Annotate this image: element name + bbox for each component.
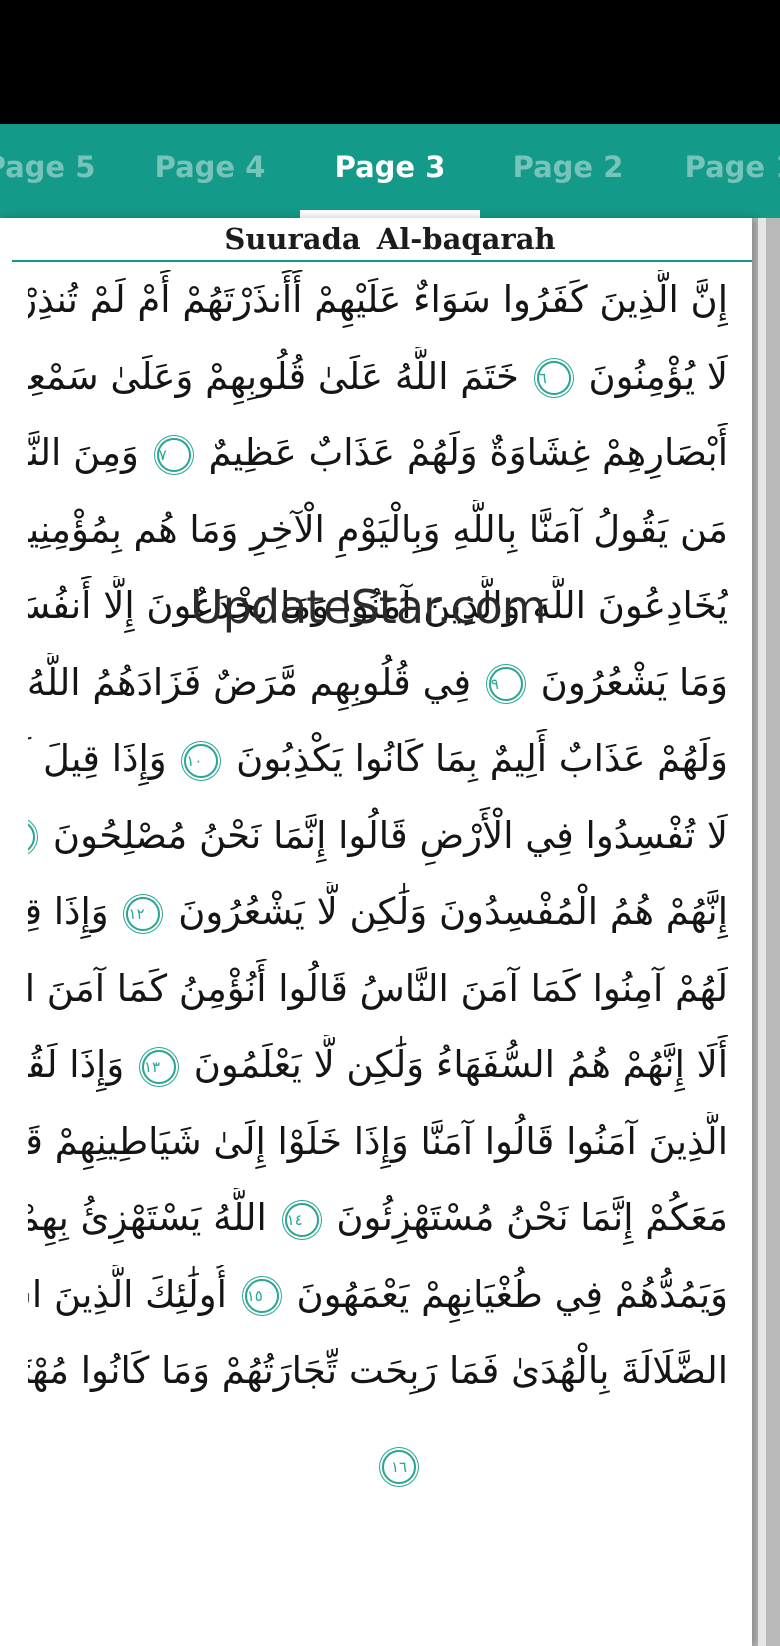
- verse-line: وَمَا يَشْعُرُونَ ٩ فِي قُلُوبِهِم مَّرَ…: [28, 653, 728, 713]
- verse-number-marker: ١٢: [126, 896, 161, 931]
- verse-text: اللَّهُ يَسْتَهْزِئُ بِهِمْ: [28, 1196, 267, 1239]
- verse-line: أَلَا إِنَّهُمْ هُمُ السُّفَهَاءُ وَلَٰك…: [28, 1035, 728, 1095]
- verse-line: وَيَمُدُّهُمْ فِي طُغْيَانِهِمْ يَعْمَهُ…: [28, 1265, 728, 1325]
- tab-page-3[interactable]: Page 3: [300, 150, 480, 184]
- verse-text: خَتَمَ اللَّهُ عَلَىٰ قُلُوبِهِمْ وَعَلَ…: [28, 354, 519, 398]
- verse-line: مَن يَقُولُ آمَنَّا بِاللَّهِ وَبِالْيَو…: [28, 500, 728, 560]
- verse-number-marker: ١٠: [184, 743, 219, 778]
- surah-title: Suurada Al-baqarah: [224, 222, 556, 256]
- verse-number-marker: ٩: [488, 667, 523, 701]
- verse-text: وَيَمُدُّهُمْ فِي طُغْيَانِهِمْ يَعْمَهُ…: [296, 1272, 728, 1316]
- verse-line: لَا يُؤْمِنُونَ ٦ خَتَمَ اللَّهُ عَلَىٰ …: [28, 347, 728, 407]
- verse-line: لَا تُفْسِدُوا فِي الْأَرْضِ قَالُوا إِن…: [28, 806, 728, 866]
- verse-text: أَلَا إِنَّهُمْ هُمُ السُّفَهَاءُ وَلَٰك…: [193, 1043, 728, 1086]
- verse-number-marker: ١٣: [141, 1049, 176, 1084]
- verse-line: الَّذِينَ آمَنُوا قَالُوا آمَنَّا وَإِذَ…: [28, 1112, 728, 1172]
- verse-text: إِنَّ الَّذِينَ كَفَرُوا سَوَاءٌ عَلَيْه…: [28, 278, 728, 321]
- tab-page-1[interactable]: Page 1: [650, 150, 780, 184]
- verse-line: لَهُمْ آمِنُوا كَمَا آمَنَ النَّاسُ قَال…: [28, 959, 728, 1019]
- verse-text: مَعَكُمْ إِنَّمَا نَحْنُ مُسْتَهْزِئُونَ: [336, 1196, 728, 1239]
- verse-line: مَعَكُمْ إِنَّمَا نَحْنُ مُسْتَهْزِئُونَ…: [28, 1188, 728, 1248]
- verse-line: إِنَّ الَّذِينَ كَفَرُوا سَوَاءٌ عَلَيْه…: [28, 270, 728, 330]
- page-viewer[interactable]: Suurada Al-baqarah إِنَّ الَّذِينَ كَفَر…: [0, 218, 780, 1646]
- verse-number-marker: ١٥: [244, 1279, 279, 1313]
- verse-text: مَن يَقُولُ آمَنَّا بِاللَّهِ وَبِالْيَو…: [28, 507, 728, 551]
- verse-text: وَمِنَ النَّاسِ: [28, 431, 139, 474]
- verse-number-marker: ٧: [156, 437, 191, 472]
- verse-text: وَلَهُمْ عَذَابٌ أَلِيمٌ بِمَا كَانُوا ي…: [236, 737, 728, 780]
- active-tab-indicator: [300, 210, 480, 218]
- verse-line: الضَّلَالَةَ بِالْهُدَىٰ فَمَا رَبِحَت ت…: [28, 1341, 728, 1401]
- verse-text: فِي قُلُوبِهِم مَّرَضٌ فَزَادَهُمُ اللَّ…: [28, 660, 472, 704]
- verse-text: وَإِذَا قِيلَ: [28, 890, 109, 933]
- page-tab-bar: Page 5 Page 4 Page 3 Page 2 Page 1: [0, 124, 780, 218]
- verse-line: أَبْصَارِهِمْ غِشَاوَةٌ وَلَهُمْ عَذَابٌ…: [28, 423, 728, 483]
- verse-number-marker: ١٦: [382, 1450, 416, 1484]
- verse-text: إِنَّهُمْ هُمُ الْمُفْسِدُونَ وَلَٰكِن ل…: [178, 890, 728, 933]
- tab-page-4[interactable]: Page 4: [120, 150, 300, 184]
- verse-number-marker: ١١: [28, 820, 36, 854]
- verse-line: إِنَّهُمْ هُمُ الْمُفْسِدُونَ وَلَٰكِن ل…: [28, 882, 728, 942]
- status-bar: [0, 0, 780, 124]
- verse-line: وَلَهُمْ عَذَابٌ أَلِيمٌ بِمَا كَانُوا ي…: [28, 729, 728, 789]
- verse-text: وَإِذَا قِيلَ لَهُمْ: [28, 737, 167, 780]
- verse-text: الَّذِينَ آمَنُوا قَالُوا آمَنَّا وَإِذَ…: [28, 1119, 728, 1163]
- verse-number-marker: ١٤: [284, 1202, 319, 1237]
- watermark: UpdateStar.com: [190, 580, 547, 634]
- verse-text: لَا يُؤْمِنُونَ: [588, 354, 728, 398]
- verse-text: الضَّلَالَةَ بِالْهُدَىٰ فَمَا رَبِحَت ت…: [28, 1349, 728, 1392]
- tab-page-5[interactable]: Page 5: [0, 150, 130, 184]
- verse-text: وَمَا يَشْعُرُونَ: [540, 660, 728, 704]
- final-verse-marker-wrap: ١٦: [376, 1450, 422, 1484]
- verse-text: لَهُمْ آمِنُوا كَمَا آمَنَ النَّاسُ قَال…: [28, 966, 728, 1010]
- verse-text: لَا تُفْسِدُوا فِي الْأَرْضِ قَالُوا إِن…: [52, 813, 728, 857]
- page-edge: [758, 218, 766, 1646]
- verse-number-marker: ٦: [536, 361, 571, 395]
- mushaf-page: Suurada Al-baqarah إِنَّ الَّذِينَ كَفَر…: [0, 218, 752, 1646]
- tab-page-2[interactable]: Page 2: [478, 150, 658, 184]
- verse-text: أُولَٰئِكَ الَّذِينَ اشْتَرَوُا: [28, 1272, 227, 1316]
- verse-text: وَإِذَا لَقُوا: [28, 1043, 125, 1086]
- verse-text: أَبْصَارِهِمْ غِشَاوَةٌ وَلَهُمْ عَذَابٌ…: [208, 431, 728, 474]
- title-divider: [12, 260, 752, 262]
